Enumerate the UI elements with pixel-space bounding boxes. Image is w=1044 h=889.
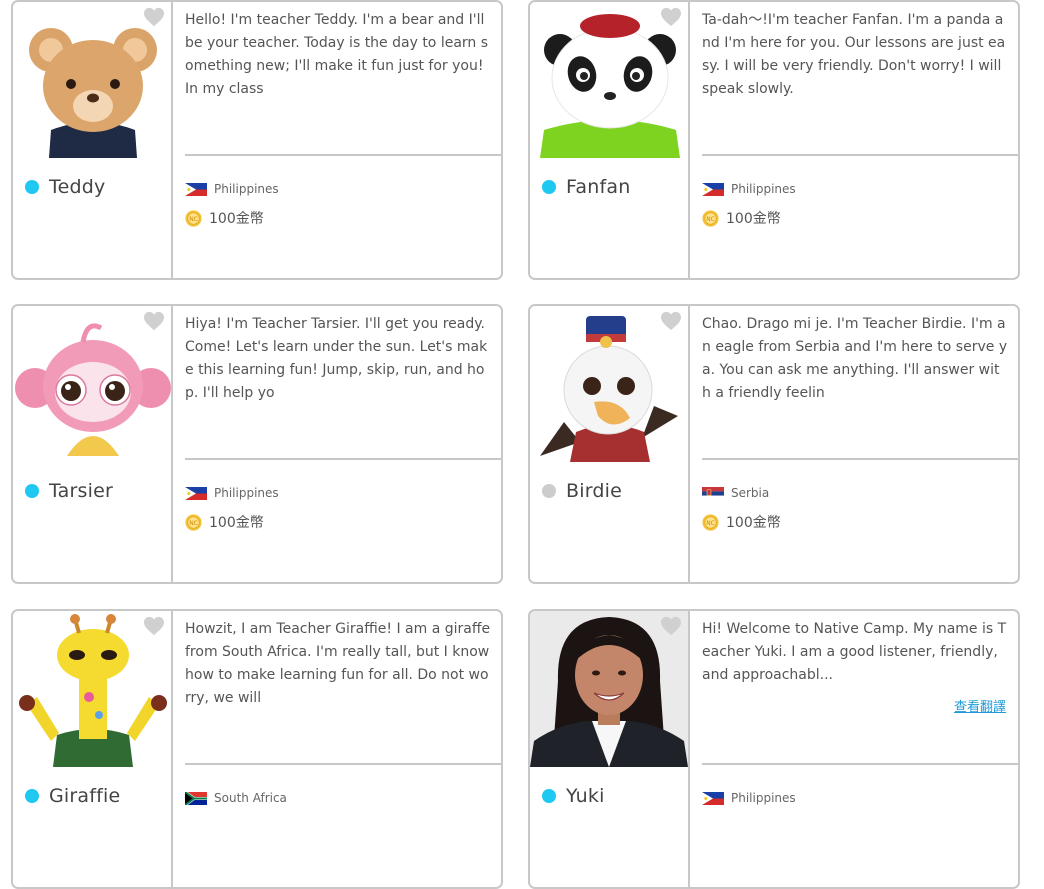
price-row: 100金幣 — [185, 512, 264, 532]
teacher-card[interactable]: Fanfan Ta-dah～!I'm teacher Fanfan. I'm a… — [528, 0, 1020, 280]
philippines-flag-icon — [185, 487, 207, 500]
teacher-card[interactable]: Birdie Chao. Drago mi je. I'm Teacher Bi… — [528, 304, 1020, 584]
price-label: 100金幣 — [726, 211, 781, 227]
price-label: 100金幣 — [209, 515, 264, 531]
country-label: South Africa — [214, 791, 287, 805]
teacher-bio: Chao. Drago mi je. I'm Teacher Birdie. I… — [702, 306, 1018, 460]
teacher-name[interactable]: Birdie — [566, 480, 622, 502]
teacher-name[interactable]: Giraffie — [49, 785, 120, 807]
country-row: Philippines — [185, 486, 279, 500]
name-row: Birdie — [542, 480, 622, 502]
heart-icon[interactable] — [660, 311, 682, 331]
philippines-flag-icon — [185, 183, 207, 196]
teacher-profile-column: Fanfan — [530, 2, 690, 278]
teacher-card[interactable]: Teddy Hello! I'm teacher Teddy. I'm a be… — [11, 0, 503, 280]
country-row: Philippines — [702, 182, 796, 196]
country-row: Philippines — [185, 182, 279, 196]
teacher-bio: Hello! I'm teacher Teddy. I'm a bear and… — [185, 2, 501, 156]
philippines-flag-icon — [702, 792, 724, 805]
teacher-name[interactable]: Yuki — [566, 785, 605, 807]
status-online-indicator — [25, 789, 39, 803]
coin-icon — [702, 210, 719, 227]
price-row: 100金幣 — [185, 208, 264, 228]
teacher-profile-column: Yuki — [530, 611, 690, 887]
heart-icon[interactable] — [143, 7, 165, 27]
status-online-indicator — [25, 180, 39, 194]
name-row: Giraffie — [25, 785, 120, 807]
heart-icon[interactable] — [143, 616, 165, 636]
name-row: Fanfan — [542, 176, 630, 198]
teacher-bio: Hiya! I'm Teacher Tarsier. I'll get you … — [185, 306, 501, 460]
coin-icon — [185, 210, 202, 227]
heart-icon[interactable] — [143, 311, 165, 331]
country-label: Philippines — [731, 791, 796, 805]
serbia-flag-icon — [702, 487, 724, 500]
teacher-card[interactable]: Giraffie Howzit, I am Teacher Giraffie! … — [11, 609, 503, 889]
teacher-card[interactable]: Tarsier Hiya! I'm Teacher Tarsier. I'll … — [11, 304, 503, 584]
country-label: Philippines — [214, 486, 279, 500]
coin-icon — [185, 514, 202, 531]
teacher-bio: Hi! Welcome to Native Camp. My name is T… — [702, 611, 1018, 765]
country-label: Philippines — [731, 182, 796, 196]
price-row: 100金幣 — [702, 512, 781, 532]
name-row: Tarsier — [25, 480, 113, 502]
status-offline-indicator — [542, 484, 556, 498]
teacher-name[interactable]: Tarsier — [49, 480, 113, 502]
country-row: Philippines — [702, 791, 796, 805]
country-row: South Africa — [185, 791, 287, 805]
teacher-card[interactable]: Yuki Hi! Welcome to Native Camp. My name… — [528, 609, 1020, 889]
country-label: Serbia — [731, 486, 770, 500]
teacher-name[interactable]: Fanfan — [566, 176, 630, 198]
status-online-indicator — [542, 180, 556, 194]
status-online-indicator — [542, 789, 556, 803]
translate-link[interactable]: 查看翻譯 — [954, 696, 1006, 719]
teacher-profile-column: Tarsier — [13, 306, 173, 582]
status-online-indicator — [25, 484, 39, 498]
country-label: Philippines — [214, 182, 279, 196]
teacher-profile-column: Birdie — [530, 306, 690, 582]
price-row: 100金幣 — [702, 208, 781, 228]
price-label: 100金幣 — [209, 211, 264, 227]
teacher-bio: Ta-dah～!I'm teacher Fanfan. I'm a panda … — [702, 2, 1018, 156]
heart-icon[interactable] — [660, 616, 682, 636]
teacher-profile-column: Giraffie — [13, 611, 173, 887]
country-row: Serbia — [702, 486, 769, 500]
coin-icon — [702, 514, 719, 531]
south-africa-flag-icon — [185, 792, 207, 805]
teacher-profile-column: Teddy — [13, 2, 173, 278]
teacher-name[interactable]: Teddy — [49, 176, 105, 198]
philippines-flag-icon — [702, 183, 724, 196]
teacher-bio: Howzit, I am Teacher Giraffie! I am a gi… — [185, 611, 501, 765]
name-row: Yuki — [542, 785, 605, 807]
price-label: 100金幣 — [726, 515, 781, 531]
name-row: Teddy — [25, 176, 105, 198]
heart-icon[interactable] — [660, 7, 682, 27]
